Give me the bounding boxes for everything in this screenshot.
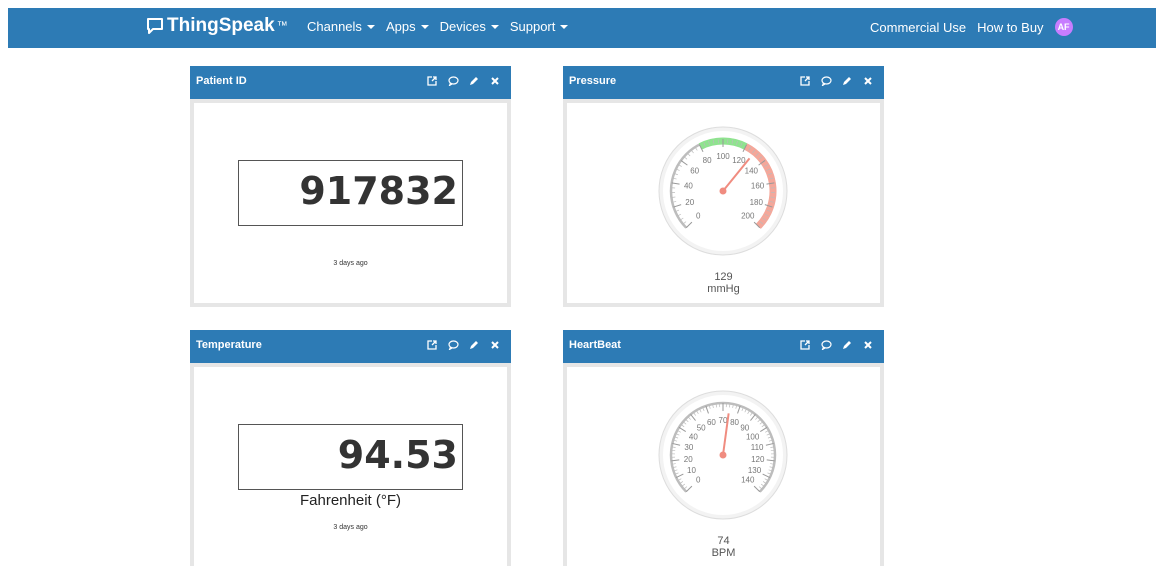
widget-pressure: Pressure 020 40 60 80 100120140 160 180 200 129… [563,66,884,307]
gauge-tick-label: 100 [716,152,730,161]
open-external-icon[interactable] [799,74,811,88]
temperature-unit: Fahrenheit (°F) [194,492,507,509]
gauge-tick-label: 20 [685,198,694,207]
widget-toolbar [790,338,874,352]
avatar[interactable]: AF [1055,18,1073,36]
gauge-tick-label: 30 [684,443,693,452]
gauge-tick-label: 180 [750,198,764,207]
open-external-icon[interactable] [426,338,438,352]
heartbeat-value: 74 [567,535,880,547]
chevron-down-icon [560,25,568,29]
gauge-tick-label: 40 [684,182,693,191]
gauge-needle-hub [720,452,727,459]
comment-icon[interactable] [820,338,832,352]
comment-icon[interactable] [820,74,832,88]
widget-toolbar [790,74,874,88]
widget-heartbeat: HeartBeat 010203040506070809010011012013… [563,330,884,566]
chevron-down-icon [421,25,429,29]
nav-devices[interactable]: Devices [440,19,499,34]
patient-id-value: 917832 [299,169,458,213]
last-updated: 3 days ago [194,524,507,531]
widget-header: Pressure [563,66,884,99]
gauge-minor-tick [671,197,675,198]
pencil-icon[interactable] [468,74,480,88]
gauge-tick-label: 90 [740,424,749,433]
pencil-icon[interactable] [468,338,480,352]
widget-header: HeartBeat [563,330,884,363]
widget-header: Patient ID [190,66,511,99]
gauge-tick-label: 60 [690,166,699,175]
widget-toolbar [417,338,501,352]
widget-body: 020 40 60 80 100120140 160 180 200 129 mmHg [567,103,880,303]
commercial-use-link[interactable]: Commercial Use [870,20,966,35]
close-icon[interactable] [489,338,501,352]
open-external-icon[interactable] [426,74,438,88]
heartbeat-unit: BPM [567,547,880,559]
gauge-tick-label: 120 [751,455,765,464]
nav-channels[interactable]: Channels [307,19,375,34]
nav-apps[interactable]: Apps [386,19,429,34]
pencil-icon[interactable] [841,338,853,352]
gauge-tick-label: 160 [751,182,765,191]
numeric-display: 94.53 [238,424,463,490]
nav-support[interactable]: Support [510,19,569,34]
nav-channels-label: Channels [307,19,362,34]
brand-name: ThingSpeak [167,15,275,37]
widget-title: Patient ID [196,75,247,87]
top-navbar: ThingSpeak™ Channels Apps Devices Suppor… [8,8,1156,48]
gauge-tick-label: 110 [751,443,764,452]
widget-title: Pressure [569,75,616,87]
widget-title: Temperature [196,339,262,351]
close-icon[interactable] [862,338,874,352]
gauge-tick-label: 100 [746,432,760,441]
temperature-value: 94.53 [338,433,458,477]
gauge-tick-label: 200 [741,212,755,221]
chevron-down-icon [491,25,499,29]
gauge-tick-label: 80 [703,156,712,165]
gauge-tick-label: 120 [732,156,746,165]
close-icon[interactable] [489,74,501,88]
account-nav: Commercial Use How to Buy AF [870,19,1073,36]
open-external-icon[interactable] [799,338,811,352]
widget-patient-id: Patient ID 917832 3 days ago [190,66,511,307]
widget-body: 94.53 Fahrenheit (°F) 3 days ago [194,367,507,566]
gauge-tick-label: 0 [696,212,701,221]
widget-header: Temperature [190,330,511,363]
brand-logo[interactable]: ThingSpeak™ [146,15,288,37]
gauge-tick-label: 50 [697,424,706,433]
gauge-needle-hub [720,188,727,195]
gauge-tick-label: 140 [745,166,759,175]
gauge-tick-label: 140 [741,476,755,485]
widget-body: 917832 3 days ago [194,103,507,303]
gauge-minor-tick [771,197,775,198]
gauge-tick-label: 0 [696,476,701,485]
nav-apps-label: Apps [386,19,416,34]
comment-icon[interactable] [447,74,459,88]
gauge-tick-label: 10 [687,466,696,475]
nav-support-label: Support [510,19,556,34]
comment-icon[interactable] [447,338,459,352]
last-updated: 3 days ago [194,260,507,267]
pencil-icon[interactable] [841,74,853,88]
thingspeak-logo-icon [146,17,164,35]
gauge-tick-label: 130 [748,466,762,475]
widget-temperature: Temperature 94.53 Fahrenheit (°F) 3 days… [190,330,511,566]
chevron-down-icon [367,25,375,29]
close-icon[interactable] [862,74,874,88]
widget-body: 0102030405060708090100110120130140 74 BP… [567,367,880,566]
nav-devices-label: Devices [440,19,486,34]
widget-title: HeartBeat [569,339,621,351]
pressure-value: 129 [567,271,880,283]
gauge-tick-label: 20 [684,455,693,464]
brand-trademark: ™ [277,20,288,32]
widget-toolbar [417,74,501,88]
pressure-unit: mmHg [567,283,880,295]
numeric-display: 917832 [238,160,463,226]
main-nav: Channels Apps Devices Support [307,19,579,34]
gauge-tick-label: 80 [730,418,739,427]
gauge-tick-label: 40 [689,432,698,441]
gauge-tick-label: 60 [707,418,716,427]
how-to-buy-link[interactable]: How to Buy [977,20,1043,35]
